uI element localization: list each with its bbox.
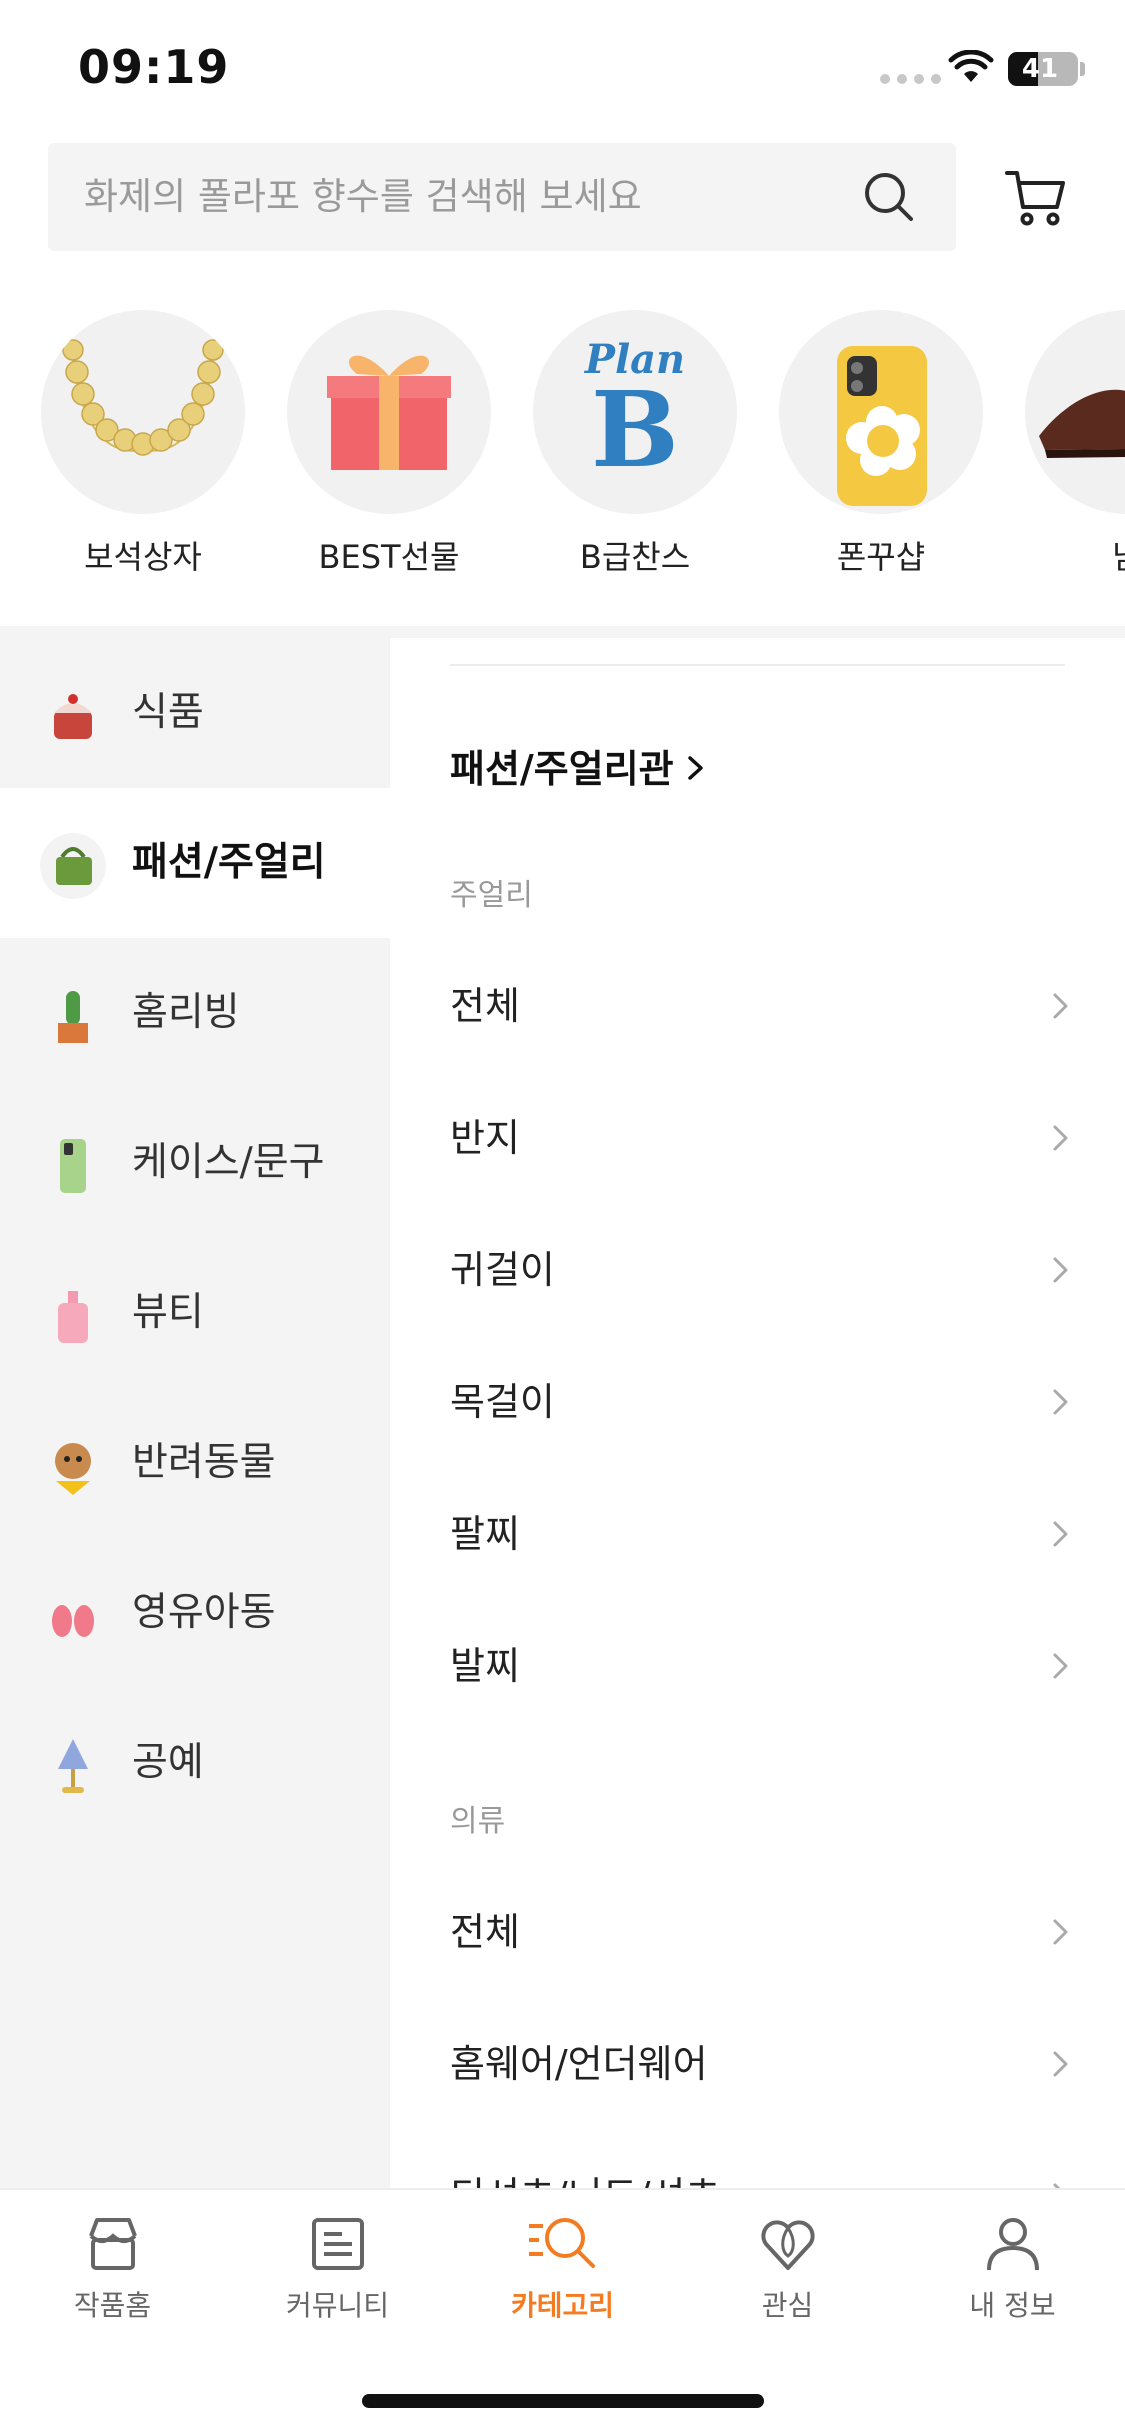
battery-icon: 41 [1008,52,1078,86]
category-item-case-stationery[interactable]: 케이스/문구 [0,1088,390,1238]
community-icon [311,2218,364,2270]
necklace-image [41,310,245,514]
user-icon [986,2218,1039,2271]
heart-icon [760,2220,815,2270]
search-icon[interactable] [862,170,918,226]
plan-b-logo: Plan B [533,310,737,514]
battery-level: 41 [1021,54,1059,84]
chevron-right-icon [1053,1919,1068,1945]
tab-product-home[interactable]: 작품홈 [0,2212,225,2324]
search-placeholder: 화제의 폴라포 향수를 검색해 보세요 [84,175,642,218]
tab-category[interactable]: 카테고리 [450,2212,675,2324]
category-hall-link[interactable]: 패션/주얼리관 [450,738,706,793]
section-title-clothing: 의류 [450,1804,506,1839]
perfume-thumbnail [40,1283,106,1349]
chevron-right-icon [1053,1257,1068,1283]
category-item-fashion-jewelry[interactable]: 패션/주얼리 [0,788,390,938]
category-item-pets[interactable]: 반려동물 [0,1388,390,1538]
shortcut-mens[interactable]: 남 [1022,310,1125,578]
wifi-icon [948,50,994,82]
phone-case-thumbnail [40,1133,106,1199]
shortcut-carousel[interactable]: 보석상자 BEST선물 Plan B B급찬스 폰꾸샵 [0,310,1125,600]
status-time: 09:19 [78,40,230,94]
cake-thumbnail [40,683,106,749]
chevron-right-icon [1053,1125,1068,1151]
subcategory-item[interactable]: 전체 [450,1882,1070,1982]
bag-thumbnail [40,833,106,899]
category-item-crafts[interactable]: 공예 [0,1688,390,1838]
leather-shoe-image [1025,310,1125,514]
subcategory-panel: 패션/주얼리관 주얼리 전체 반지 귀걸이 목걸이 팔찌 발찌 의류 전체 홈웨… [390,638,1125,2188]
phone-case-image [779,310,983,514]
chevron-right-icon [1053,993,1068,1019]
category-item-beauty[interactable]: 뷰티 [0,1238,390,1388]
subcategory-item[interactable]: 귀걸이 [450,1220,1070,1320]
tab-favorites[interactable]: 관심 [675,2212,900,2324]
chevron-right-icon [1053,2051,1068,2077]
category-item-home-living[interactable]: 홈리빙 [0,938,390,1088]
subcategory-item[interactable]: 반지 [450,1088,1070,1188]
subcategory-item[interactable]: 팔찌 [450,1484,1070,1584]
puppy-thumbnail [40,1433,106,1499]
chevron-right-icon [1053,1521,1068,1547]
section-title-jewelry: 주얼리 [450,878,533,913]
chevron-right-icon [687,756,703,780]
category-item-food[interactable]: 식품 [0,638,390,788]
category-hall-title: 패션/주얼리관 [450,747,674,791]
subcategory-item[interactable]: 홈웨어/언더웨어 [450,2014,1070,2114]
category-item-kids[interactable]: 영유아동 [0,1538,390,1688]
shortcut-b-chance[interactable]: Plan B B급찬스 [530,310,740,578]
shortcut-phone-deco-shop[interactable]: 폰꾸샵 [776,310,986,578]
chevron-right-icon [1053,1653,1068,1679]
home-indicator [362,2394,764,2408]
cactus-thumbnail [40,983,106,1049]
shop-icon [88,2218,137,2270]
panel-divider [450,664,1065,666]
shortcut-best-gift[interactable]: BEST선물 [284,310,494,578]
subcategory-item[interactable]: 발찌 [450,1616,1070,1716]
subcategory-item[interactable]: 전체 [450,956,1070,1056]
tab-my-info[interactable]: 내 정보 [900,2212,1125,2324]
category-list: 식품 패션/주얼리 홈리빙 케이스/문구 뷰티 반려동물 영유아동 공예 [0,628,390,2188]
baby-shoes-thumbnail [40,1583,106,1649]
cellular-signal-icon [880,74,941,84]
subcategory-item[interactable]: 티셔츠/니트/셔츠 [450,2146,1070,2188]
gift-box-image [287,310,491,514]
search-input[interactable]: 화제의 폴라포 향수를 검색해 보세요 [48,143,956,251]
cart-icon[interactable] [1003,165,1069,231]
subcategory-item[interactable]: 목걸이 [450,1352,1070,1452]
tab-community[interactable]: 커뮤니티 [225,2212,450,2324]
chevron-right-icon [1053,1389,1068,1415]
category-search-icon [528,2218,595,2268]
lamp-thumbnail [40,1733,106,1799]
shortcut-jewelry-box[interactable]: 보석상자 [38,310,248,578]
status-bar: 09:19 41 [0,0,1125,140]
